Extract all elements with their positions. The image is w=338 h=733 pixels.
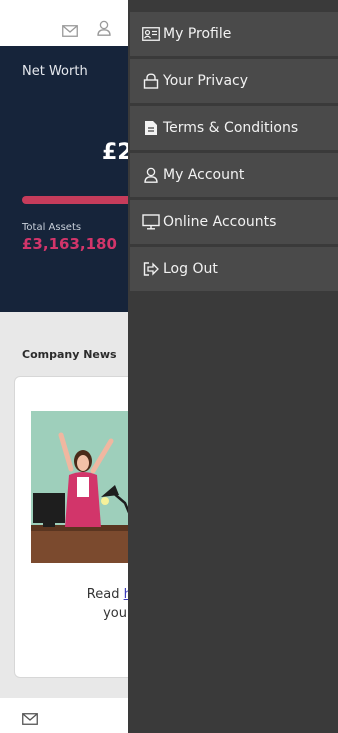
menu-item-label: Online Accounts bbox=[163, 214, 277, 230]
total-assets-value: £3,163,180 bbox=[22, 235, 117, 253]
menu-item-label: Terms & Conditions bbox=[163, 120, 299, 136]
monitor-icon bbox=[142, 213, 160, 231]
side-menu: My Profile Your Privacy Terms & Conditio… bbox=[128, 0, 338, 733]
id-card-icon bbox=[142, 25, 160, 43]
user-icon bbox=[142, 166, 160, 184]
user-icon[interactable] bbox=[97, 20, 111, 40]
logout-icon bbox=[142, 260, 160, 278]
menu-item-your-privacy[interactable]: Your Privacy bbox=[130, 59, 338, 106]
menu-item-my-profile[interactable]: My Profile bbox=[130, 12, 338, 59]
menu-item-my-account[interactable]: My Account bbox=[130, 153, 338, 200]
menu-item-label: My Profile bbox=[163, 26, 232, 42]
total-assets-label: Total Assets bbox=[22, 222, 82, 233]
menu-item-log-out[interactable]: Log Out bbox=[130, 247, 338, 294]
news-title: Company News bbox=[22, 348, 117, 361]
net-worth-bar bbox=[22, 196, 138, 204]
mail-icon[interactable] bbox=[62, 22, 78, 41]
lock-icon bbox=[142, 72, 160, 90]
menu-item-label: Your Privacy bbox=[163, 73, 249, 89]
net-worth-title: Net Worth bbox=[22, 64, 88, 79]
menu-item-label: My Account bbox=[163, 167, 245, 183]
menu-item-label: Log Out bbox=[163, 261, 218, 277]
document-icon bbox=[142, 119, 160, 137]
menu-item-online-accounts[interactable]: Online Accounts bbox=[130, 200, 338, 247]
menu-item-terms-conditions[interactable]: Terms & Conditions bbox=[130, 106, 338, 153]
mail-icon[interactable] bbox=[22, 710, 38, 729]
